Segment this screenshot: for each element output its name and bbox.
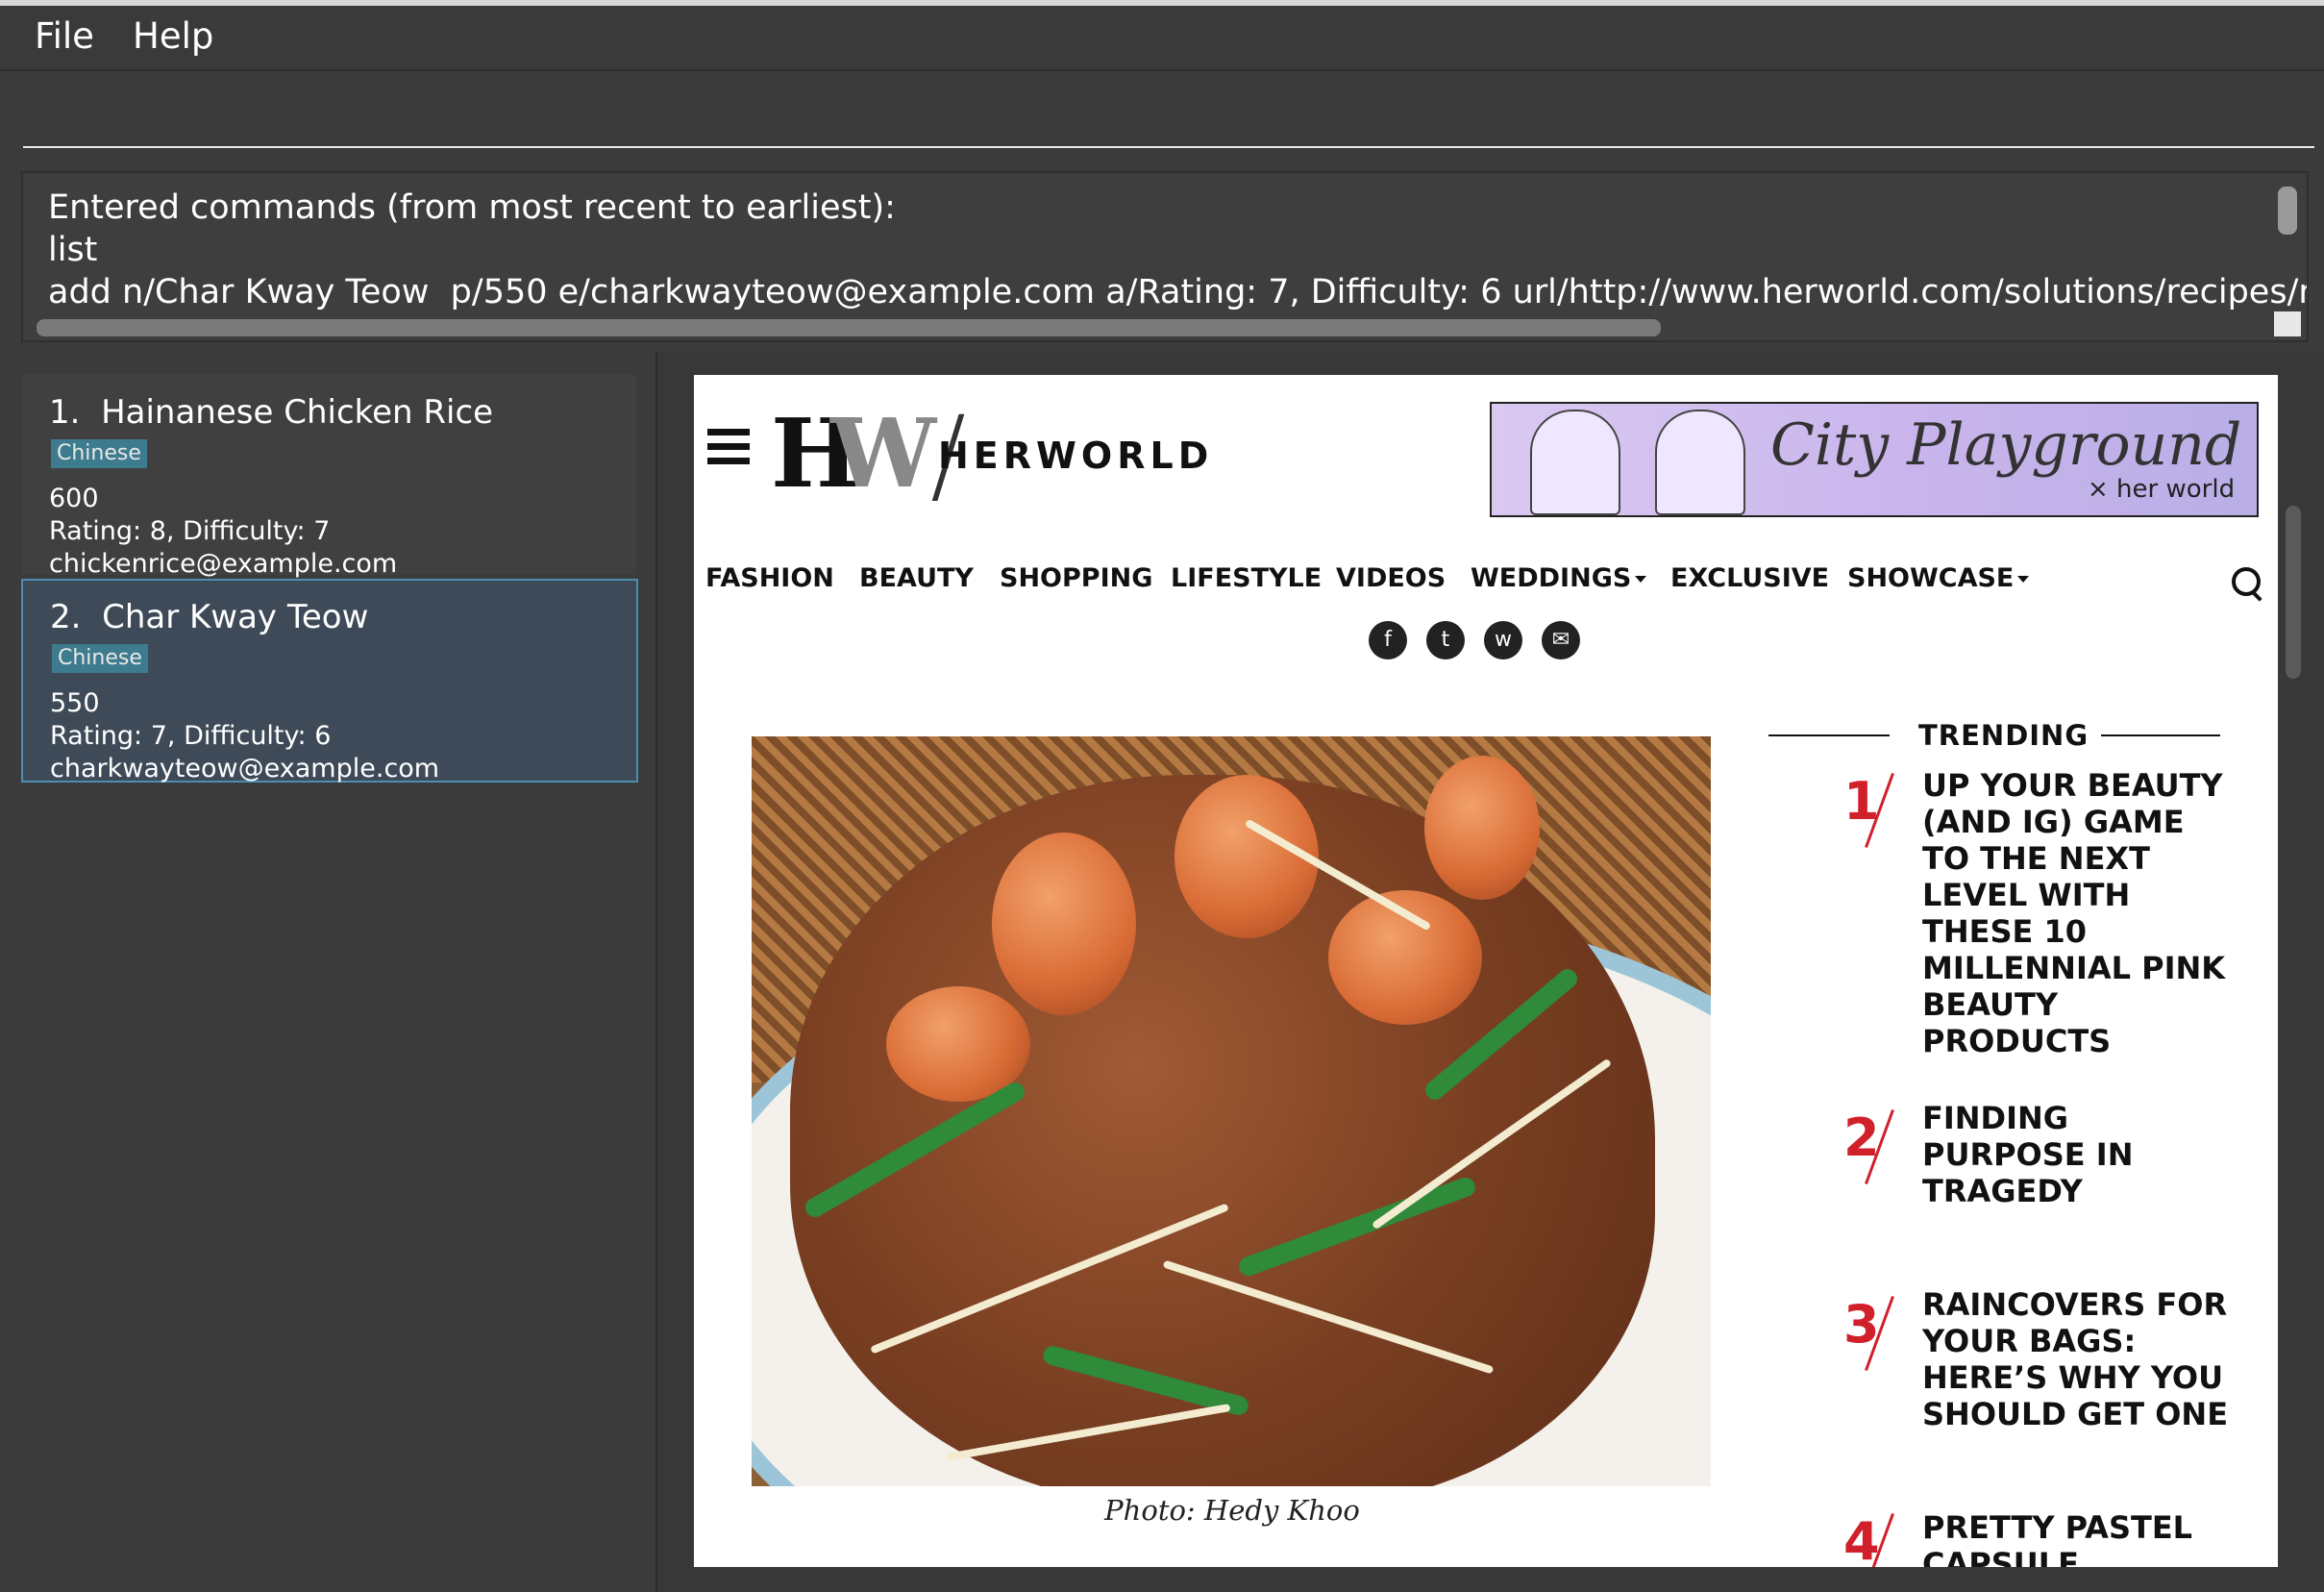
recipe-index-name: 2. Char Kway Teow <box>50 598 369 636</box>
nav-videos[interactable]: VIDEOS <box>1336 563 1446 593</box>
twitter-share-icon[interactable]: t <box>1426 621 1465 659</box>
nav-shopping[interactable]: SHOPPING <box>1000 563 1152 593</box>
menu-bar: File Help <box>0 6 2324 71</box>
command-input[interactable] <box>23 79 2314 148</box>
recipe-phone: 550 <box>50 688 100 718</box>
shrimp <box>1174 775 1319 938</box>
scroll-corner <box>2274 311 2301 336</box>
recipe-photo <box>752 736 1711 1486</box>
nav-beauty[interactable]: BEAUTY <box>859 563 974 593</box>
nav-fashion[interactable]: FASHION <box>705 563 834 593</box>
shrimp <box>992 833 1136 1015</box>
trending-article-3[interactable]: RAINCOVERS FOR YOUR BAGS: HERE’S WHY YOU… <box>1922 1286 2239 1432</box>
nav-weddings[interactable]: WEDDINGS <box>1471 563 1647 593</box>
browser-vertical-scrollbar[interactable] <box>2286 506 2301 679</box>
banner-title: City Playground <box>1770 411 2242 479</box>
result-vertical-scrollbar[interactable] <box>2278 187 2297 235</box>
result-horizontal-scrollbar[interactable] <box>37 319 1661 336</box>
nav-lifestyle[interactable]: LIFESTYLE <box>1171 563 1322 593</box>
command-box <box>0 71 2324 158</box>
caret-down-icon <box>2017 576 2030 583</box>
recipe-address: Rating: 8, Difficulty: 7 <box>49 516 331 546</box>
whatsapp-share-icon[interactable]: w <box>1484 621 1522 659</box>
trending-article-4[interactable]: PRETTY PASTEL CAPSULE <box>1922 1509 2239 1567</box>
trending-title: TRENDING <box>1918 719 2089 752</box>
trending-divider-right <box>2101 734 2220 736</box>
site-nav: FASHION BEAUTY SHOPPING LIFESTYLE VIDEOS… <box>694 563 2278 611</box>
result-line: Entered commands (from most recent to ea… <box>48 188 896 227</box>
tag-label: Chinese <box>52 644 148 673</box>
trending-divider-left <box>1768 734 1890 736</box>
menu-file[interactable]: File <box>35 15 94 57</box>
illustration-woman-icon <box>1655 410 1745 515</box>
browser-panel[interactable]: H W / HERWORLD City Playground × her wor… <box>694 375 2278 1567</box>
facebook-share-icon[interactable]: f <box>1369 621 1407 659</box>
recipe-card-2[interactable]: 2. Char Kway Teow Chinese 550 Rating: 7,… <box>21 579 638 784</box>
main-split-pane: 1. Hainanese Chicken Rice Chinese 600 Ra… <box>0 352 2324 1592</box>
trending-article-1[interactable]: UP YOUR BEAUTY (AND IG) GAME TO THE NEXT… <box>1922 767 2239 1059</box>
recipe-email: charkwayteow@example.com <box>50 754 440 784</box>
result-line: list <box>48 231 98 269</box>
site-wordmark[interactable]: HERWORLD <box>938 435 1213 477</box>
search-icon[interactable] <box>2232 567 2261 596</box>
email-share-icon[interactable]: ✉ <box>1542 621 1580 659</box>
hamburger-menu-icon[interactable] <box>707 429 750 465</box>
shrimp <box>1424 756 1540 900</box>
recipe-email: chickenrice@example.com <box>49 549 398 579</box>
tag-label: Chinese <box>51 439 147 468</box>
menu-help[interactable]: Help <box>133 15 213 57</box>
recipe-address: Rating: 7, Difficulty: 6 <box>50 721 332 751</box>
nav-exclusive[interactable]: EXCLUSIVE <box>1670 563 1829 593</box>
recipe-card-1[interactable]: 1. Hainanese Chicken Rice Chinese 600 Ra… <box>21 375 636 579</box>
caret-down-icon <box>1635 576 1647 583</box>
result-line: add n/Char Kway Teow p/550 e/charkwayteo… <box>48 273 2309 311</box>
trending-article-2[interactable]: FINDING PURPOSE IN TRAGEDY <box>1922 1100 2239 1209</box>
logo-letter-w: W <box>830 399 937 510</box>
banner-subtitle: × her world <box>2088 475 2236 504</box>
ad-banner[interactable]: City Playground × her world <box>1490 402 2259 517</box>
photo-caption: Photo: Hedy Khoo <box>1104 1494 1360 1527</box>
recipe-index-name: 1. Hainanese Chicken Rice <box>49 393 494 432</box>
result-display[interactable]: Entered commands (from most recent to ea… <box>21 171 2309 342</box>
recipe-list-panel: 1. Hainanese Chicken Rice Chinese 600 Ra… <box>0 352 657 1592</box>
recipe-phone: 600 <box>49 484 99 513</box>
nav-showcase[interactable]: SHOWCASE <box>1847 563 2030 593</box>
illustration-woman-icon <box>1530 410 1620 515</box>
